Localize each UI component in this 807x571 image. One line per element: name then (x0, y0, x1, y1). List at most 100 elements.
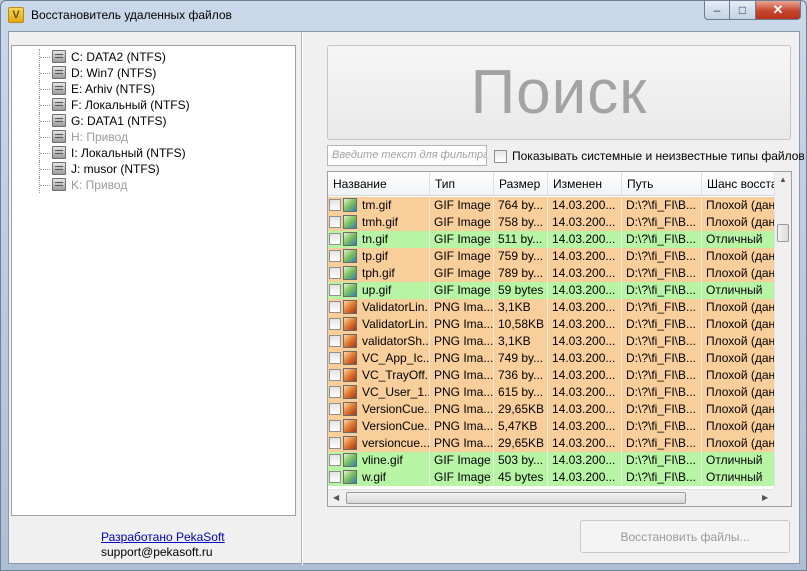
drive-icon (52, 114, 66, 127)
table-row[interactable]: VC_App_Ic... PNG Ima... 749 by... 14.03.200… (328, 350, 775, 367)
vertical-scroll-thumb[interactable] (777, 224, 789, 242)
column-header[interactable]: Тип (430, 172, 494, 196)
vertical-scrollbar[interactable]: ▲ (774, 172, 791, 491)
cell-path: D:\?\fi_FI\B... (622, 418, 702, 435)
column-header[interactable]: Изменен (548, 172, 622, 196)
column-header[interactable]: Название (328, 172, 430, 196)
gif-file-icon (343, 470, 357, 484)
cell-modified: 14.03.200... (548, 248, 622, 265)
cell-modified: 14.03.200... (548, 333, 622, 350)
drive-item[interactable]: D: Win7 (NTFS) (12, 65, 292, 81)
row-checkbox[interactable] (329, 369, 341, 381)
drive-item[interactable]: H: Привод (12, 129, 292, 145)
table-row[interactable]: VC_User_1... PNG Ima... 615 by... 14.03.200… (328, 384, 775, 401)
cell-path: D:\?\fi_FI\B... (622, 435, 702, 452)
cell-modified: 14.03.200... (548, 418, 622, 435)
cell-size: 5,47KB (494, 418, 548, 435)
table-row[interactable]: tph.gif GIF Image 789 by... 14.03.200... D:\… (328, 265, 775, 282)
panel-splitter[interactable] (301, 32, 303, 565)
show-system-checkbox[interactable] (494, 150, 507, 163)
scroll-right-icon[interactable]: ▶ (762, 493, 768, 502)
row-checkbox[interactable] (329, 250, 341, 262)
horizontal-scroll-thumb[interactable] (346, 492, 686, 504)
drive-label: E: Arhiv (NTFS) (71, 82, 156, 96)
cell-path: D:\?\fi_FI\B... (622, 248, 702, 265)
gif-file-icon (343, 266, 357, 280)
drive-item[interactable]: K: Привод (12, 177, 292, 193)
table-row[interactable]: ValidatorLin... PNG Ima... 10,58KB 14.03.20… (328, 316, 775, 333)
table-row[interactable]: tmh.gif GIF Image 758 by... 14.03.200... D:\… (328, 214, 775, 231)
cell-name: tp.gif (358, 248, 430, 265)
developer-link[interactable]: Разработано PekaSoft (101, 530, 225, 544)
cell-path: D:\?\fi_FI\B... (622, 231, 702, 248)
column-header[interactable]: Размер (494, 172, 548, 196)
window-controls: – □ ✕ (704, 1, 801, 20)
row-checkbox[interactable] (329, 318, 341, 330)
cell-type: PNG Ima... (430, 418, 494, 435)
table-row[interactable]: vline.gif GIF Image 503 by... 14.03.200... D… (328, 452, 775, 469)
row-checkbox[interactable] (329, 233, 341, 245)
table-row[interactable]: w.gif GIF Image 45 bytes 14.03.200... D:\?\f… (328, 469, 775, 486)
drive-item[interactable]: G: DATA1 (NTFS) (12, 113, 292, 129)
row-checkbox[interactable] (329, 284, 341, 296)
gif-file-icon (343, 215, 357, 229)
table-row[interactable]: validatorSh... PNG Ima... 3,1KB 14.03.200..… (328, 333, 775, 350)
row-checkbox[interactable] (329, 437, 341, 449)
table-row[interactable]: tn.gif GIF Image 511 by... 14.03.200... D:\?… (328, 231, 775, 248)
cell-name: ValidatorLin... (358, 299, 430, 316)
drive-item[interactable]: F: Локальный (NTFS) (12, 97, 292, 113)
row-checkbox[interactable] (329, 386, 341, 398)
table-row[interactable]: ValidatorLin... PNG Ima... 3,1KB 14.03.200.… (328, 299, 775, 316)
row-checkbox[interactable] (329, 471, 341, 483)
drive-item[interactable]: C: DATA2 (NTFS) (12, 49, 292, 65)
cell-name: up.gif (358, 282, 430, 299)
scrollbar-corner (774, 489, 791, 506)
png-file-icon (343, 419, 357, 433)
cell-modified: 14.03.200... (548, 265, 622, 282)
close-button[interactable]: ✕ (756, 1, 801, 20)
png-file-icon (343, 300, 357, 314)
cell-chance: Плохой (данн (702, 316, 775, 333)
cell-type: PNG Ima... (430, 435, 494, 452)
table-row[interactable]: up.gif GIF Image 59 bytes 14.03.200... D:\?\… (328, 282, 775, 299)
cell-type: GIF Image (430, 282, 494, 299)
row-checkbox[interactable] (329, 335, 341, 347)
row-checkbox[interactable] (329, 301, 341, 313)
row-checkbox[interactable] (329, 216, 341, 228)
restore-files-button[interactable]: Восстановить файлы... (580, 520, 790, 553)
maximize-button[interactable]: □ (730, 1, 756, 20)
drive-item[interactable]: I: Локальный (NTFS) (12, 145, 292, 161)
png-file-icon (343, 385, 357, 399)
scroll-up-icon[interactable]: ▲ (779, 175, 787, 184)
cell-name: tm.gif (358, 197, 430, 214)
column-header[interactable]: Путь (622, 172, 702, 196)
row-checkbox[interactable] (329, 352, 341, 364)
row-checkbox[interactable] (329, 420, 341, 432)
table-row[interactable]: VersionCue... PNG Ima... 5,47KB 14.03.200..… (328, 418, 775, 435)
cell-type: PNG Ima... (430, 367, 494, 384)
row-checkbox[interactable] (329, 454, 341, 466)
drive-item[interactable]: E: Arhiv (NTFS) (12, 81, 292, 97)
table-row[interactable]: tm.gif GIF Image 764 by... 14.03.200... D:\?… (328, 197, 775, 214)
cell-type: GIF Image (430, 248, 494, 265)
cell-type: PNG Ima... (430, 299, 494, 316)
drive-item[interactable]: J: musor (NTFS) (12, 161, 292, 177)
table-row[interactable]: VC_TrayOff... PNG Ima... 736 by... 14.03.20… (328, 367, 775, 384)
minimize-button[interactable]: – (704, 1, 730, 20)
search-button[interactable]: Поиск (327, 45, 791, 140)
filter-input[interactable]: Введите текст для фильтра ре (327, 145, 487, 166)
drive-label: D: Win7 (NTFS) (71, 66, 157, 80)
horizontal-scrollbar[interactable]: ◀ ▶ (328, 489, 775, 506)
row-checkbox[interactable] (329, 199, 341, 211)
table-row[interactable]: versioncue... PNG Ima... 29,65KB 14.03.200.… (328, 435, 775, 452)
table-header: Название Тип Размер Изменен Путь Шанс восстан (328, 172, 784, 196)
table-row[interactable]: tp.gif GIF Image 759 by... 14.03.200... D:\?… (328, 248, 775, 265)
table-row[interactable]: VersionCue... PNG Ima... 29,65KB 14.03.200.… (328, 401, 775, 418)
cell-type: PNG Ima... (430, 333, 494, 350)
row-checkbox[interactable] (329, 267, 341, 279)
cell-modified: 14.03.200... (548, 350, 622, 367)
title-bar[interactable]: V Восстановитель удаленных файлов – □ ✕ (1, 1, 806, 31)
scroll-left-icon[interactable]: ◀ (333, 493, 339, 502)
row-checkbox[interactable] (329, 403, 341, 415)
drive-tree[interactable]: C: DATA2 (NTFS) D: Win7 (NTFS) E: Arhiv (N… (11, 45, 296, 516)
